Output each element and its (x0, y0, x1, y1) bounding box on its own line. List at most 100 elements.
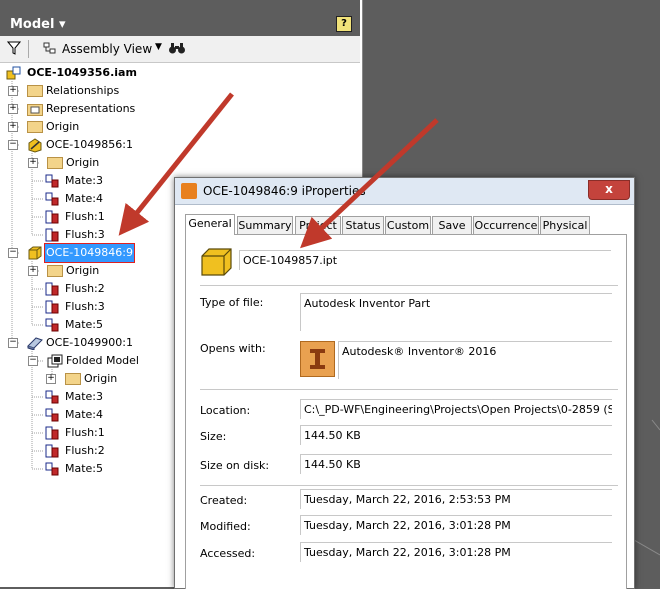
collapse-icon[interactable]: − (8, 140, 18, 150)
flush-constraint-icon (45, 282, 59, 296)
expand-icon[interactable]: + (8, 86, 18, 96)
mate-constraint-icon (45, 174, 59, 188)
help-button[interactable]: ? (336, 16, 352, 32)
mate-constraint-icon (45, 408, 59, 422)
flush-constraint-icon (45, 300, 59, 314)
tree-item-representations[interactable]: + Representations (8, 100, 308, 118)
tab-custom[interactable]: Custom (385, 216, 431, 234)
folder-icon (47, 157, 63, 169)
browser-top-bar (0, 0, 360, 14)
mate-constraint-icon (45, 318, 59, 332)
tree-item-label: Folded Model (66, 354, 139, 367)
tree-item-origin[interactable]: + Origin (28, 154, 328, 172)
tree-item-origin[interactable]: + Origin (8, 118, 308, 136)
expand-icon[interactable]: + (28, 158, 38, 168)
toolbar-separator (28, 40, 29, 58)
tree-item-label: Representations (46, 102, 136, 115)
assembly-icon (6, 66, 21, 80)
location-label: Location: (200, 404, 251, 417)
assembly-view-dropdown[interactable]: Assembly View (62, 42, 152, 56)
modified-value: Tuesday, March 22, 2016, 3:01:28 PM (300, 515, 612, 535)
created-value: Tuesday, March 22, 2016, 2:53:53 PM (300, 489, 612, 509)
opens-with-value: Autodesk® Inventor® 2016 (338, 341, 612, 379)
tree-item-label: Flush:3 (65, 300, 105, 313)
tree-item-component[interactable]: − OCE-1049856:1 (8, 136, 308, 154)
part-file-icon (201, 248, 232, 276)
tab-occurrence[interactable]: Occurrence (473, 216, 539, 234)
tree-item-label: Mate:4 (65, 192, 104, 205)
tree-item-label: OCE-1049856:1 (46, 138, 133, 151)
accessed-value: Tuesday, March 22, 2016, 3:01:28 PM (300, 542, 612, 562)
location-value: C:\_PD-WF\Engineering\Projects\Open Proj… (300, 399, 612, 419)
expand-icon[interactable]: + (46, 374, 56, 384)
expand-icon[interactable]: + (8, 122, 18, 132)
collapse-icon[interactable]: − (28, 356, 38, 366)
mate-constraint-icon (45, 192, 59, 206)
tree-item-label: Flush:1 (65, 210, 105, 223)
dialog-title-bar[interactable]: OCE-1049846:9 iProperties x (175, 178, 634, 205)
size-on-disk-label: Size on disk: (200, 459, 270, 472)
close-button[interactable]: x (588, 180, 630, 200)
divider (200, 285, 618, 286)
accessed-label: Accessed: (200, 547, 256, 560)
assembly-view-icon (43, 42, 56, 54)
mate-constraint-icon (45, 462, 59, 476)
iproperties-dialog: OCE-1049846:9 iProperties x General Summ… (174, 177, 635, 589)
tree-item-label: OCE-1049356.iam (27, 66, 137, 79)
tree-item-label: OCE-1049900:1 (46, 336, 133, 349)
dialog-title: OCE-1049846:9 iProperties (203, 184, 366, 198)
tree-item-label: Mate:3 (65, 390, 104, 403)
tab-summary[interactable]: Summary (237, 216, 293, 234)
collapse-icon[interactable]: − (8, 248, 18, 258)
browser-title[interactable]: Model ▾ (10, 17, 66, 32)
expand-icon[interactable]: + (28, 266, 38, 276)
folder-icon (27, 85, 43, 97)
folder-icon (65, 373, 81, 385)
tree-item-label: OCE-1049846:9 (44, 243, 135, 263)
tree-item-label: Origin (84, 372, 118, 385)
tree-item-label: Mate:4 (65, 408, 104, 421)
tab-physical[interactable]: Physical (540, 216, 590, 234)
tree-item-label: Flush:2 (65, 282, 105, 295)
representations-icon (27, 104, 43, 116)
tree-item-label: Mate:5 (65, 462, 104, 475)
expand-icon[interactable]: + (8, 104, 18, 114)
tree-item-relationships[interactable]: + Relationships (8, 82, 308, 100)
flush-constraint-icon (45, 228, 59, 242)
size-label: Size: (200, 430, 227, 443)
flush-constraint-icon (45, 210, 59, 224)
tree-item-assembly[interactable]: OCE-1049356.iam (6, 64, 306, 82)
part-icon (28, 246, 42, 260)
tree-item-label: Origin (66, 156, 100, 169)
binoculars-icon[interactable] (168, 41, 186, 55)
tab-project[interactable]: Project (295, 216, 341, 234)
filename-field[interactable]: OCE-1049857.ipt (239, 250, 611, 270)
folded-model-icon (47, 354, 63, 368)
tab-save[interactable]: Save (432, 216, 472, 234)
filter-icon[interactable] (7, 41, 21, 55)
tab-general[interactable]: General (185, 214, 235, 235)
type-of-file-value: Autodesk Inventor Part (300, 293, 612, 331)
size-on-disk-value: 144.50 KB (300, 454, 612, 474)
tree-item-label: Flush:1 (65, 426, 105, 439)
browser-header[interactable]: Model ▾ ? (0, 14, 360, 36)
folder-icon (47, 265, 63, 277)
divider (200, 485, 618, 486)
type-of-file-label: Type of file: (200, 296, 264, 309)
tree-item-label: Origin (66, 264, 100, 277)
opens-with-label: Opens with: (200, 342, 266, 355)
tree-item-label: Origin (46, 120, 80, 133)
sheet-metal-part-icon (27, 337, 43, 350)
created-label: Created: (200, 494, 248, 507)
tree-item-label: Flush:2 (65, 444, 105, 457)
size-value: 144.50 KB (300, 425, 612, 445)
chevron-down-icon[interactable]: ▼ (155, 42, 162, 52)
modified-label: Modified: (200, 520, 251, 533)
subassembly-icon (28, 138, 42, 153)
inventor-app-icon (181, 183, 197, 199)
tab-status[interactable]: Status (342, 216, 384, 234)
divider (200, 389, 618, 390)
tree-item-label: Mate:5 (65, 318, 104, 331)
collapse-icon[interactable]: − (8, 338, 18, 348)
flush-constraint-icon (45, 426, 59, 440)
